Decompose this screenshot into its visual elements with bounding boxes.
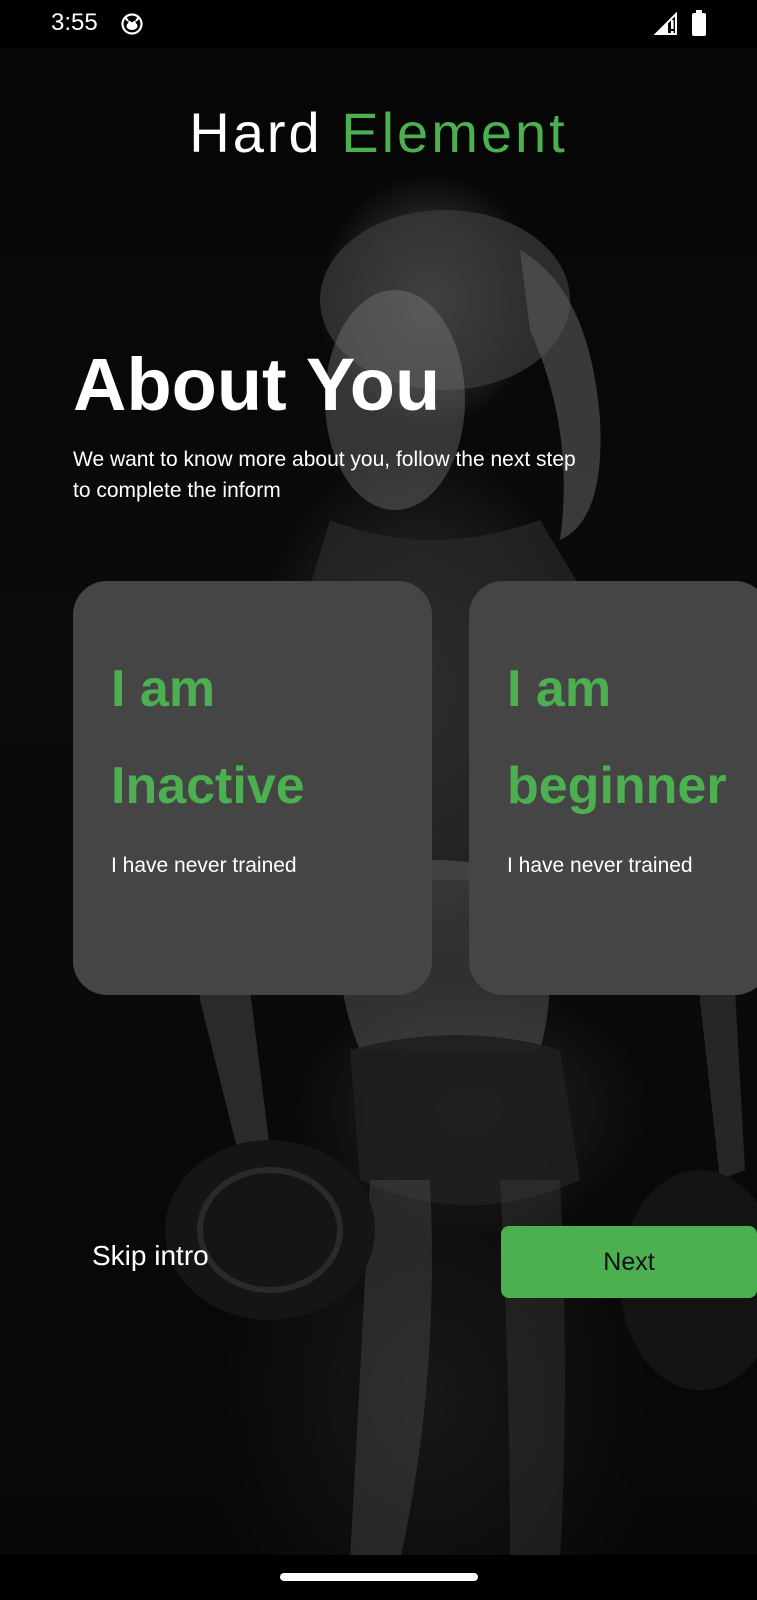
status-time: 3:55	[51, 9, 98, 36]
intro-description: We want to know more about you, follow t…	[73, 448, 576, 502]
level-card-inactive[interactable]: I am Inactive I have never trained	[73, 581, 432, 995]
status-bar: 3:55	[0, 0, 757, 48]
onboarding-screen: 3:55 Hard Element About You We want to k…	[0, 0, 757, 1600]
cat-face-icon	[121, 13, 143, 35]
signal-icon	[654, 12, 677, 35]
card-subtitle: I have never trained	[111, 854, 297, 877]
page-heading: About You	[73, 343, 441, 426]
home-indicator[interactable]	[280, 1573, 478, 1581]
card-subtitle: I have never trained	[507, 854, 693, 877]
level-card-beginner[interactable]: I am beginner I have never trained	[469, 581, 757, 995]
card-title: I am beginner	[507, 660, 727, 815]
skip-intro-button[interactable]: Skip intro	[82, 1240, 219, 1272]
next-button[interactable]: Next	[501, 1226, 757, 1298]
card-title: I am Inactive	[111, 660, 305, 815]
app-title-accent: Element	[341, 101, 568, 164]
app-title: Hard Element	[0, 100, 757, 165]
battery-icon	[692, 10, 706, 36]
app-title-primary: Hard	[189, 101, 323, 164]
